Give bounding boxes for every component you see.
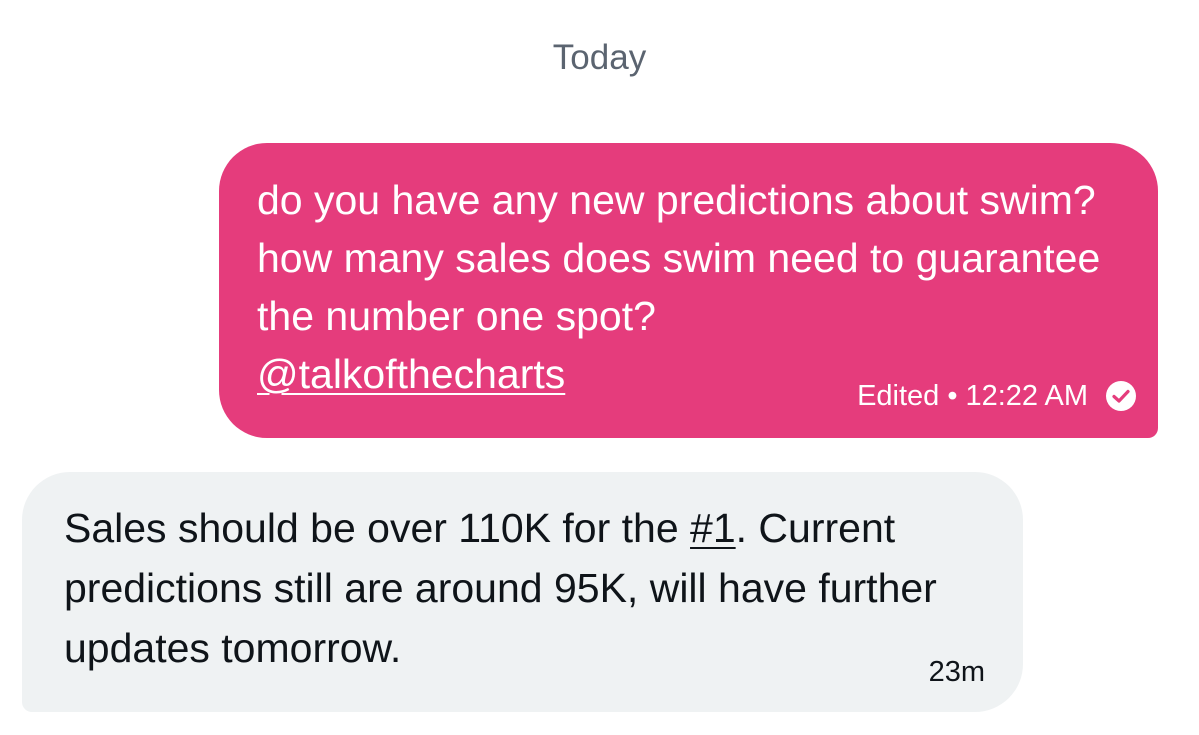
hashtag-link[interactable]: #1 <box>690 505 736 551</box>
date-separator: Today <box>552 38 647 77</box>
outgoing-message-bubble[interactable]: do you have any new predictions about sw… <box>219 143 1158 438</box>
outgoing-timestamp: 12:22 AM <box>965 380 1088 412</box>
incoming-message-text: Sales should be over 110K for the #1. Cu… <box>64 498 1004 678</box>
outgoing-message-meta: Edited • 12:22 AM <box>857 378 1138 414</box>
incoming-text-before: Sales should be over 110K for the <box>64 505 691 551</box>
meta-separator: • <box>947 380 958 412</box>
outgoing-message-text: do you have any new predictions about sw… <box>257 171 1137 403</box>
sent-check-icon <box>1104 379 1138 413</box>
incoming-timestamp: 23m <box>928 656 985 688</box>
mention-link[interactable]: @talkofthecharts <box>257 351 565 397</box>
outgoing-message-body: do you have any new predictions about sw… <box>257 177 1101 339</box>
incoming-message-bubble[interactable]: Sales should be over 110K for the #1. Cu… <box>22 472 1023 712</box>
edited-label: Edited <box>857 380 940 412</box>
